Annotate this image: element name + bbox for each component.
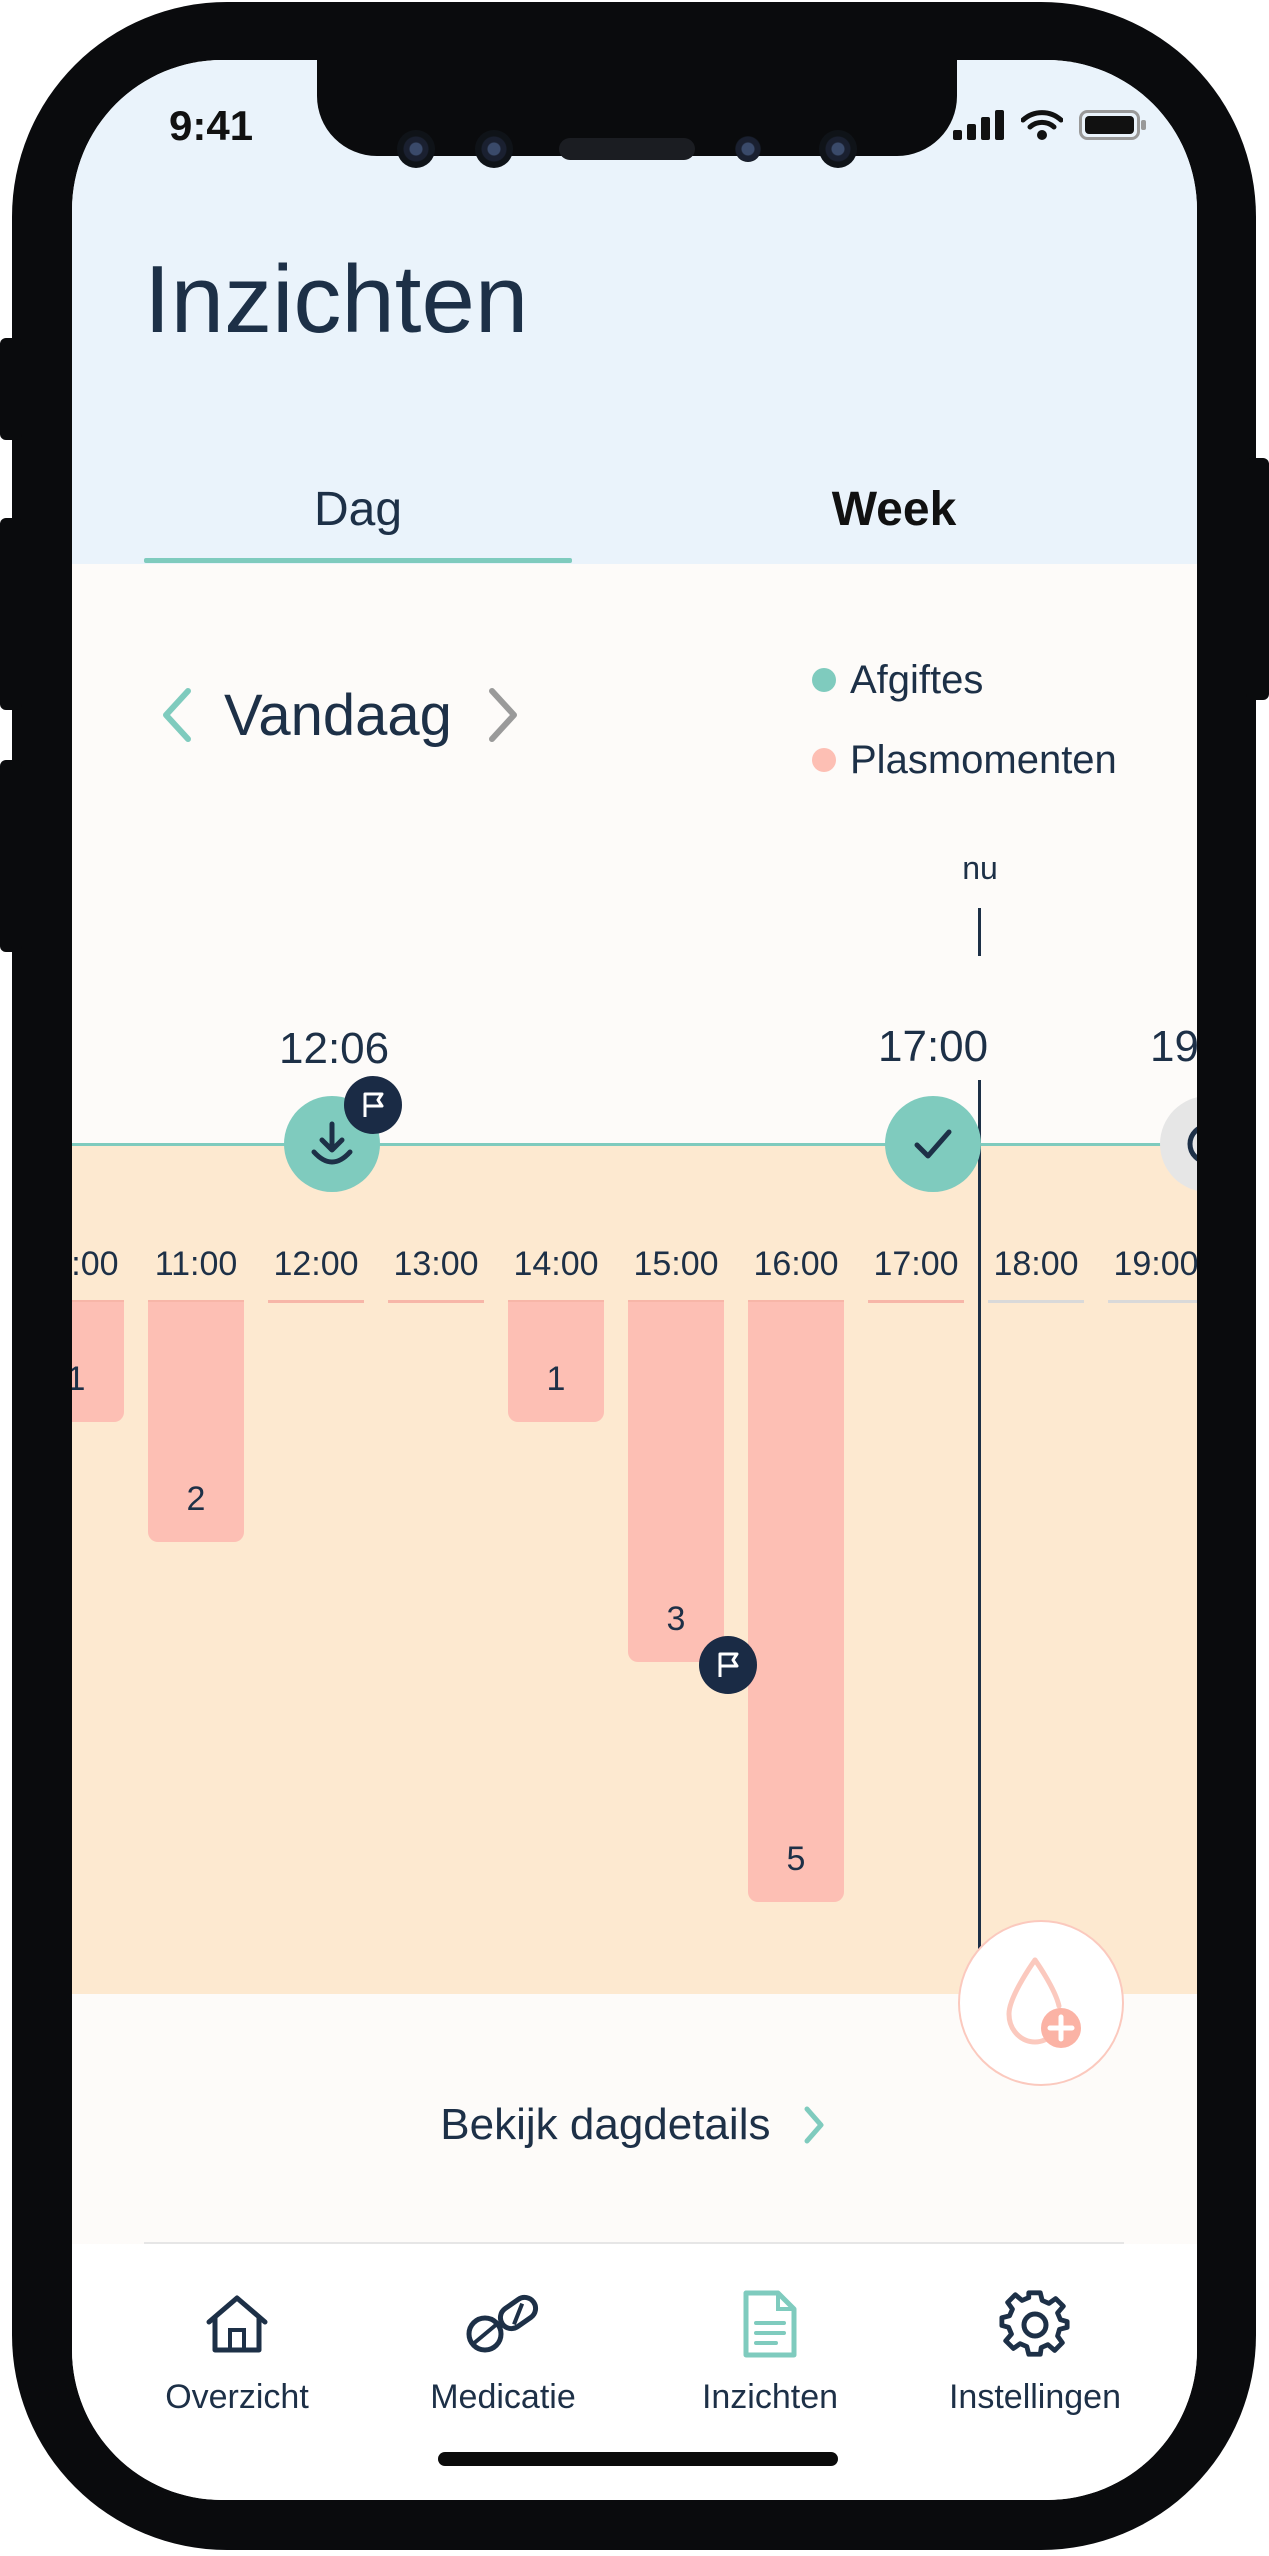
chevron-left-icon[interactable] [156,685,196,745]
hour-tick [1108,1300,1197,1303]
tab-week[interactable]: Week [674,460,1114,560]
nav-inzichten[interactable]: Inzichten [650,2284,890,2417]
home-indicator [438,2452,838,2466]
day-details-link[interactable]: Bekijk dagdetails [72,2100,1197,2150]
hour-label: 10:00 [72,1245,119,1283]
document-icon [743,2290,797,2358]
chevron-right-icon [804,2106,824,2144]
nav-label: Overzicht [165,2378,309,2416]
hour-label: 16:00 [753,1245,839,1283]
notch [317,60,957,168]
now-label: nu [962,850,998,886]
speaker [559,138,695,160]
hour-tick [388,1300,484,1303]
gear-icon [999,2290,1070,2357]
volume-down-button [0,760,22,952]
hour-label: 12:00 [273,1245,359,1283]
legend-dot-plasmomenten [812,748,836,772]
signal-icon [953,110,1004,140]
screen: 9:41 Inzichten Dag Week Vandaag Afgiftes… [72,60,1197,2500]
bar-value: 2 [186,1480,206,1518]
hour-tick [868,1300,964,1303]
bar-value: 5 [786,1840,806,1878]
event-time: 19 [1150,1022,1197,1071]
hour-label: 13:00 [393,1245,479,1283]
camera [475,130,513,168]
download-icon [311,1121,353,1165]
hour-tick [268,1300,364,1303]
legend-item: Afgiftes [812,640,1117,720]
flag-icon [363,1092,384,1117]
bar-value: 1 [546,1360,566,1398]
event-time: 12:06 [279,1024,390,1073]
hour-tick [988,1300,1084,1303]
flag-badge [344,1076,402,1134]
tab-dag[interactable]: Dag [144,460,572,560]
legend-label: Afgiftes [850,657,984,702]
power-button [1246,458,1269,700]
pills-icon [466,2294,539,2353]
hour-label: 14:00 [513,1245,599,1283]
now-tick [978,908,981,956]
hour-label: 19:00 [1113,1245,1197,1283]
now-line [978,1080,981,1994]
drop-plus-icon [1006,1957,1081,2048]
flag-icon [718,1652,739,1677]
volume-up-button [0,518,22,710]
event-marker-afgifte[interactable] [885,1096,981,1192]
wifi-icon [1021,110,1063,140]
hour-label: 15:00 [633,1245,719,1283]
hour-label: 17:00 [873,1245,959,1283]
check-icon [914,1129,952,1159]
nav-label: Medicatie [430,2378,576,2416]
legend-label: Plasmomenten [850,737,1117,782]
bar-value: 1 [72,1360,86,1398]
legend-dot-afgiftes [812,668,836,692]
nav-label: Instellingen [948,2378,1121,2416]
camera [397,130,435,168]
date-selector: Vandaag [156,670,524,760]
chevron-right-icon[interactable] [484,685,524,745]
flag-badge [699,1636,757,1694]
day-details-label: Bekijk dagdetails [440,2100,771,2149]
hour-label: 11:00 [154,1245,238,1283]
legend-item: Plasmomenten [812,720,1117,800]
battery-icon [1079,110,1146,140]
nav-overzicht[interactable]: Overzicht [117,2284,357,2417]
status-time: 9:41 [169,102,254,149]
nav-label: Inzichten [701,2378,839,2416]
mute-switch [0,338,22,440]
active-tab-indicator [144,558,572,563]
timeline[interactable]: nu 12:06 17:00 19 10:00 11:00 12:00 13:00 14… [72,850,1197,2086]
date-label: Vandaag [224,682,452,748]
clock-icon [1187,1126,1197,1162]
tab-bar: Dag Week [144,460,1154,564]
home-icon [206,2295,268,2353]
status-icons [953,110,1147,140]
add-plasmoment-button[interactable] [958,1920,1124,2086]
nav-instellingen[interactable]: Instellingen [915,2284,1155,2417]
camera [819,130,857,168]
count-bar[interactable] [748,1302,844,1902]
legend: Afgiftes Plasmomenten [812,640,1117,800]
event-time: 17:00 [878,1022,989,1071]
hour-label: 18:00 [993,1245,1079,1283]
bar-value: 3 [666,1600,686,1638]
page-title: Inzichten [144,246,529,353]
timeline-baseline [72,1143,1197,1146]
sensor [735,136,761,162]
nav-medicatie[interactable]: Medicatie [383,2284,623,2417]
